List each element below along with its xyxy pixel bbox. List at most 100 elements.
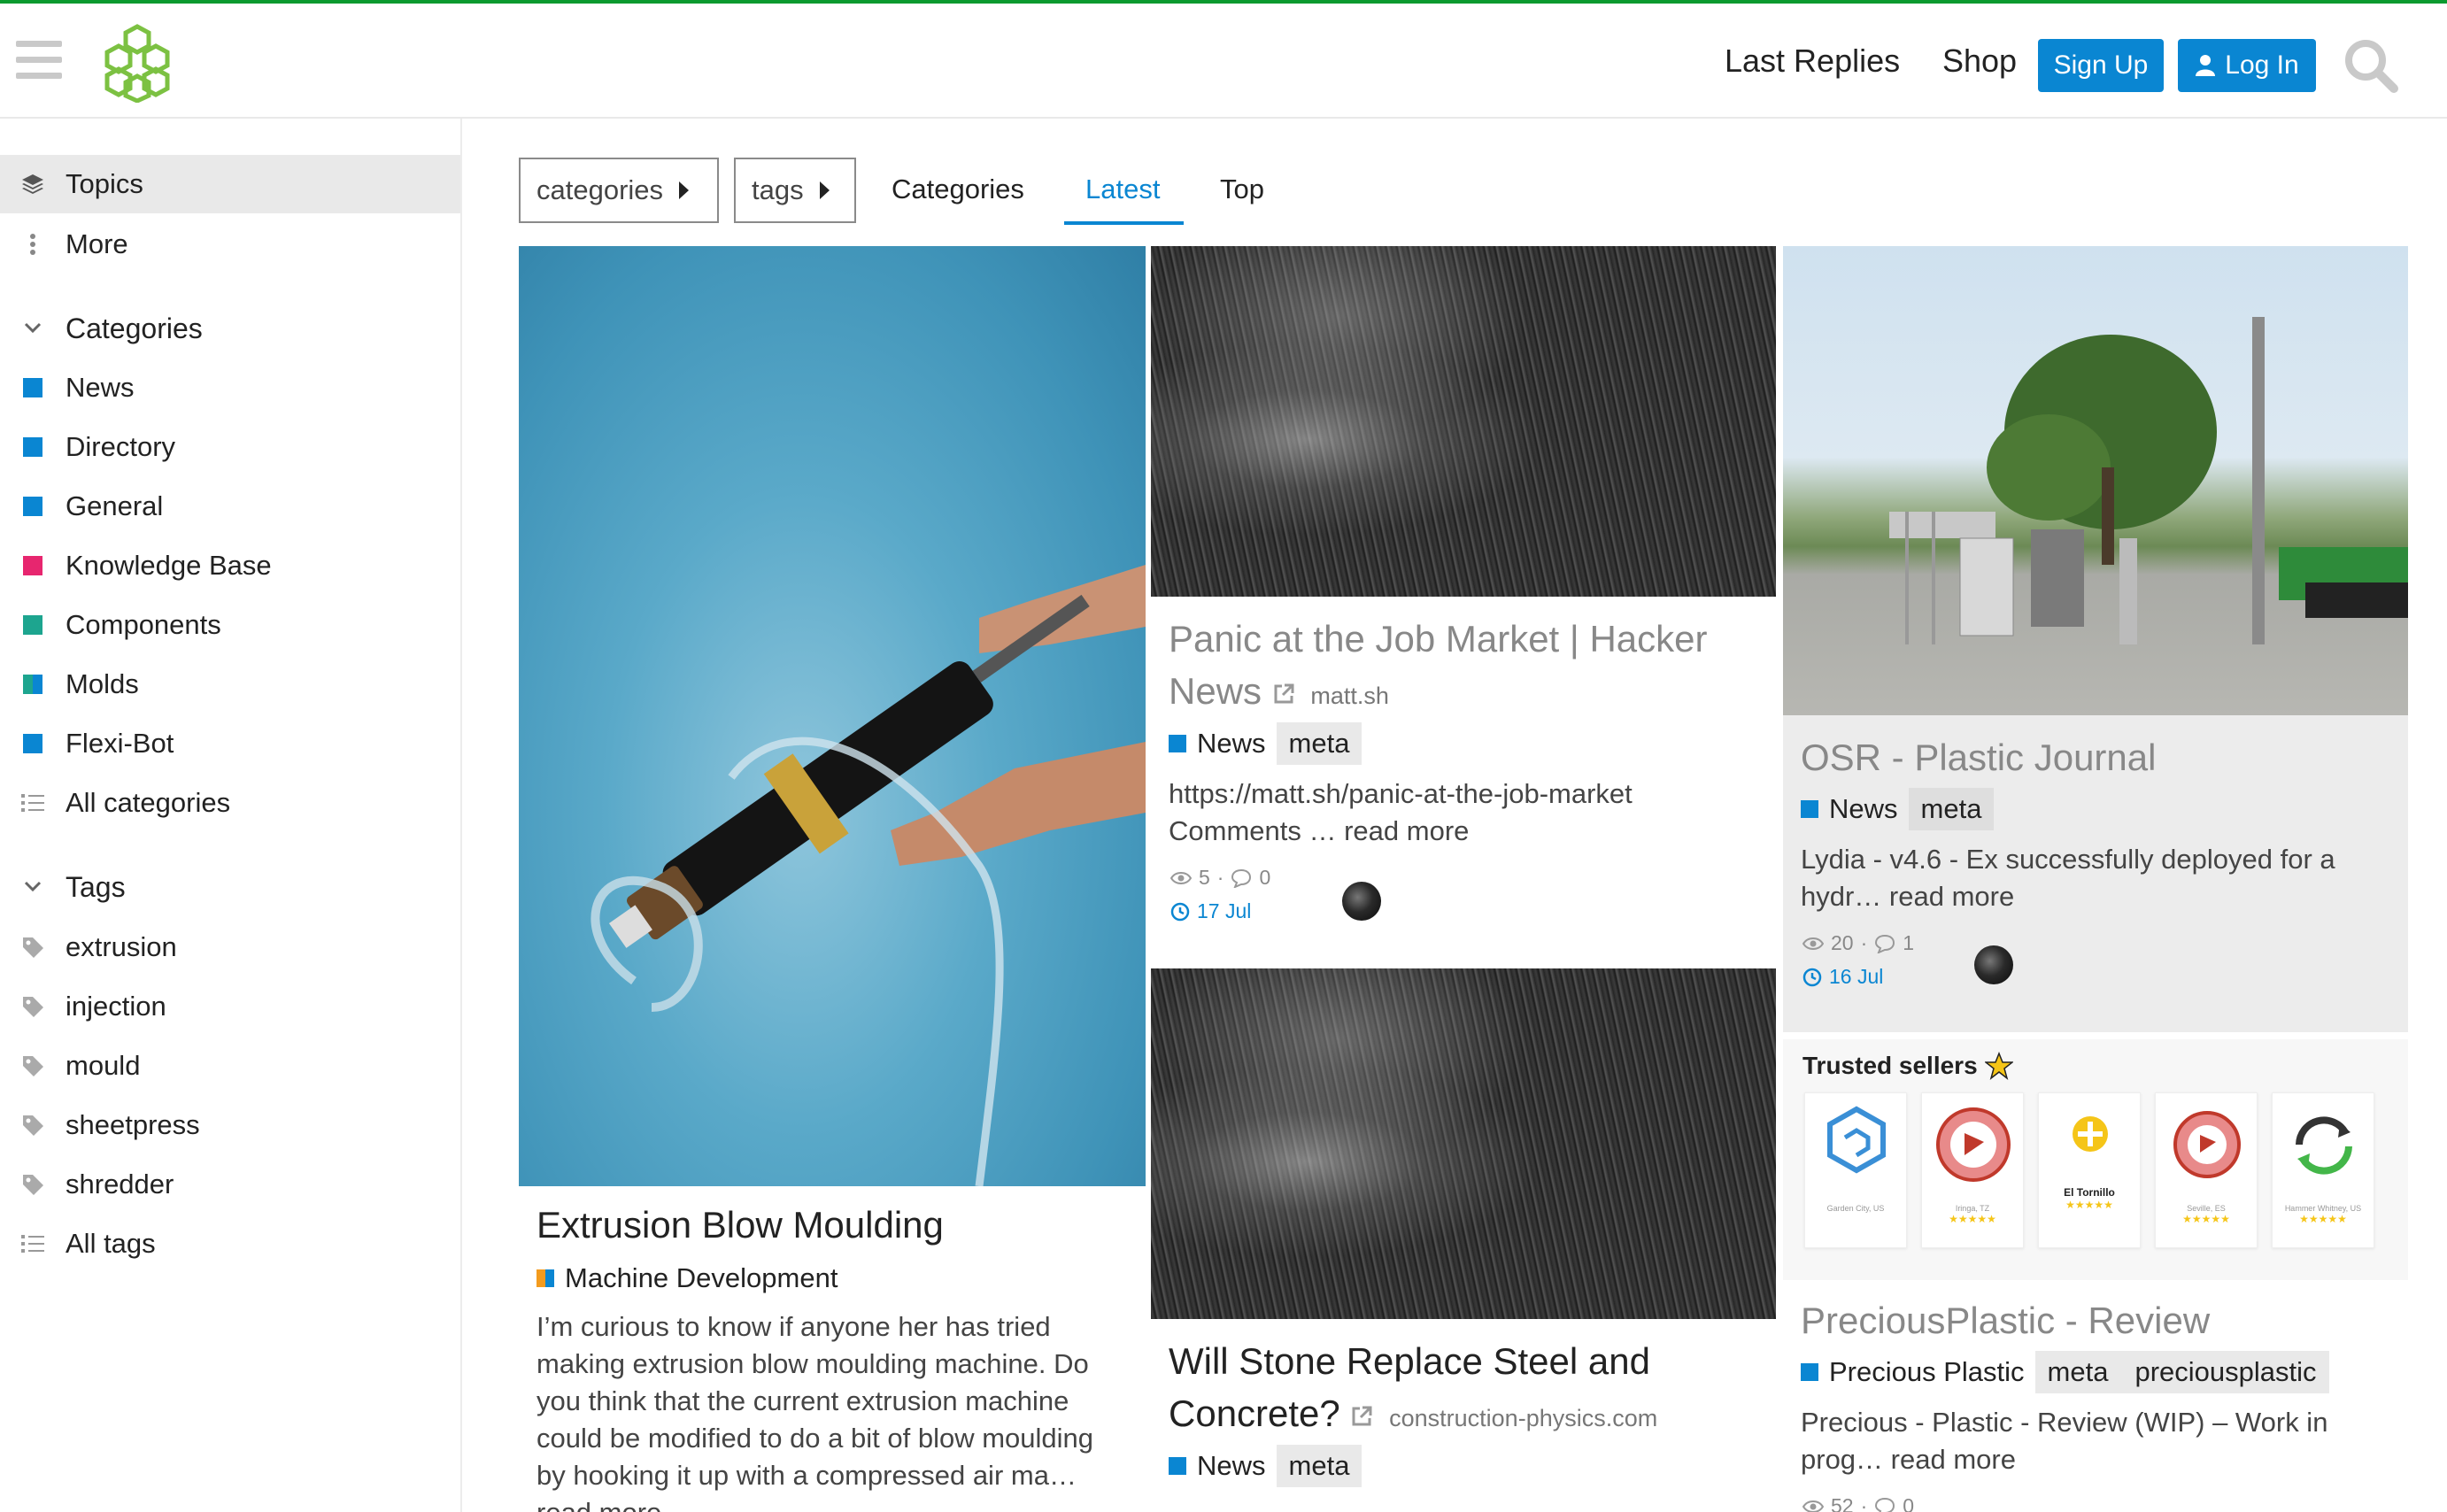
sidebar-category-label: Directory [66, 431, 176, 462]
site-header: Last Replies Shop Sign Up Log In [0, 0, 2447, 119]
category-color-square [1801, 800, 1818, 818]
sidebar-tag-shredder[interactable]: shredder [0, 1155, 460, 1214]
seller-tile[interactable]: Iringa, TZ ★★★★★ [1921, 1092, 2024, 1248]
tag-badge[interactable]: meta [1908, 788, 1995, 830]
tags-dropdown[interactable]: tags [734, 158, 856, 223]
tags-dropdown-label: tags [752, 174, 804, 205]
topic-title[interactable]: PreciousPlastic - Review [1801, 1294, 2403, 1346]
topic-card-osr-plastic-journal[interactable]: OSR - Plastic Journal News meta Lydia - … [1783, 246, 2408, 1032]
topic-thumbnail-image[interactable] [519, 246, 1146, 1187]
sidebar-item-topics[interactable]: Topics [0, 155, 460, 213]
shop-link[interactable]: Shop [1942, 42, 2017, 80]
topic-card-will-stone-replace-steel[interactable]: Will Stone Replace Steel and Concrete? c… [1151, 968, 1776, 1512]
sidebar-item-more[interactable]: More [0, 215, 460, 274]
sidebar-all-categories-label: All categories [66, 787, 231, 818]
tab-top[interactable]: Top [1220, 174, 1264, 205]
sidebar-tags-toggle[interactable]: Tags [0, 858, 460, 916]
sign-up-label: Sign Up [2053, 50, 2149, 80]
topic-thumbnail-image[interactable] [1783, 246, 2408, 715]
category-color-square [23, 675, 42, 694]
sidebar-categories-toggle[interactable]: Categories [0, 299, 460, 358]
topic-thumbnail-image[interactable] [1151, 246, 1776, 597]
sidebar-tag-injection[interactable]: injection [0, 977, 460, 1036]
excerpt-line: I’m curious to know if anyone her has tr… [536, 1311, 1051, 1342]
log-in-label: Log In [2225, 50, 2299, 80]
eye-icon [1802, 937, 1824, 950]
trusted-sellers-heading: Trusted sellers [1802, 1052, 2013, 1080]
topic-stats: 5 · 0 [1170, 866, 1270, 890]
sidebar-item-flexi-bot[interactable]: Flexi-Bot [0, 714, 460, 773]
categories-dropdown[interactable]: categories [519, 158, 719, 223]
sidebar-item-all-tags[interactable]: All tags [0, 1215, 460, 1273]
seller-tile[interactable]: Garden City, US [1804, 1092, 1907, 1248]
tag-badge[interactable]: meta [1276, 722, 1362, 765]
plus-coin-icon [2073, 1116, 2108, 1152]
sidebar-item-all-categories[interactable]: All categories [0, 774, 460, 832]
excerpt-line: by hooking it up with a compressed air m… [536, 1460, 1077, 1491]
excerpt-line: https://matt.sh/panic-at-the-job-market [1169, 778, 1633, 809]
category-label[interactable]: News [1197, 1450, 1266, 1482]
topic-category-and-tags: News meta [1801, 788, 1995, 830]
excerpt-line[interactable]: hydr… read more [1801, 878, 2403, 915]
seller-location: Garden City, US [1826, 1204, 1885, 1213]
topic-domain[interactable]: matt.sh [1310, 683, 1389, 709]
sidebar-tag-mould[interactable]: mould [0, 1037, 460, 1095]
sidebar-categories-heading: Categories [66, 312, 203, 344]
tab-categories[interactable]: Categories [892, 174, 1024, 205]
sidebar-item-molds[interactable]: Molds [0, 655, 460, 714]
sidebar-item-knowledge-base[interactable]: Knowledge Base [0, 536, 460, 595]
last-replies-link[interactable]: Last Replies [1725, 42, 1900, 80]
tag-icon [0, 995, 66, 1018]
hamburger-menu-icon[interactable] [16, 41, 62, 80]
topic-title[interactable]: Panic at the Job Market | Hacker News ma… [1169, 613, 1771, 722]
sidebar-tag-sheetpress[interactable]: sheetpress [0, 1096, 460, 1154]
topic-thumbnail-image[interactable] [1151, 968, 1776, 1319]
excerpt-line: you think that the current extrusion mac… [536, 1385, 1069, 1416]
external-link-icon [1352, 1406, 1372, 1426]
site-logo[interactable] [99, 23, 175, 103]
tag-badge[interactable]: preciousplastic [2134, 1356, 2316, 1388]
read-more-link[interactable]: read more [536, 1494, 1139, 1512]
tag-badge[interactable]: meta [1276, 1445, 1362, 1487]
avatar[interactable] [1974, 945, 2013, 984]
seller-tile[interactable]: Hammer Whitney, US ★★★★★ [2272, 1092, 2374, 1248]
topic-category[interactable]: Machine Development [536, 1262, 838, 1294]
topic-title[interactable]: Extrusion Blow Moulding [536, 1199, 1139, 1251]
topic-card-extrusion-blow-moulding[interactable]: Extrusion Blow Moulding Machine Developm… [519, 246, 1146, 1512]
seller-tile[interactable]: Seville, ES ★★★★★ [2155, 1092, 2258, 1248]
tag-icon [0, 1054, 66, 1077]
sidebar-item-news[interactable]: News [0, 359, 460, 417]
log-in-button[interactable]: Log In [2178, 39, 2316, 92]
excerpt-line: could be modified to do a bit of blow mo… [536, 1423, 1094, 1454]
sidebar-item-general[interactable]: General [0, 477, 460, 536]
replies-count: 1 [1903, 931, 1915, 954]
avatar[interactable] [1342, 882, 1381, 921]
topic-title[interactable]: OSR - Plastic Journal [1801, 731, 2403, 783]
tag-icon [0, 1173, 66, 1196]
topic-domain[interactable]: construction-physics.com [1389, 1405, 1657, 1431]
category-label[interactable]: News [1197, 728, 1266, 760]
excerpt-line[interactable]: Comments … read more [1169, 813, 1771, 850]
tab-latest[interactable]: Latest [1085, 174, 1160, 205]
category-label[interactable]: Precious Plastic [1829, 1356, 2025, 1388]
sign-up-button[interactable]: Sign Up [2038, 39, 2164, 92]
sidebar-tag-extrusion[interactable]: extrusion [0, 918, 460, 976]
topic-card-panic-at-the-job-market[interactable]: Panic at the Job Market | Hacker News ma… [1151, 246, 1776, 961]
sidebar-item-directory[interactable]: Directory [0, 418, 460, 476]
topic-title[interactable]: Will Stone Replace Steel and Concrete? c… [1169, 1335, 1771, 1445]
search-icon[interactable] [2343, 37, 2399, 94]
star-icon [1984, 1052, 2013, 1080]
sidebar-category-label: News [66, 372, 135, 403]
seller-tile[interactable]: El Tornillo ★★★★★ [2038, 1092, 2141, 1248]
sidebar-category-label: Components [66, 609, 221, 640]
excerpt-line[interactable]: prog… read more [1801, 1441, 2403, 1478]
category-label[interactable]: News [1829, 793, 1898, 825]
views-count: 20 [1831, 931, 1854, 954]
topic-date[interactable]: 16 Jul [1802, 965, 1883, 989]
tag-badge[interactable]: meta [2048, 1356, 2109, 1388]
comment-icon [1875, 1497, 1895, 1512]
category-color-square [23, 497, 42, 516]
seller-badge-icon [1936, 1107, 2011, 1182]
sidebar-item-components[interactable]: Components [0, 596, 460, 654]
topic-date[interactable]: 17 Jul [1170, 899, 1251, 923]
